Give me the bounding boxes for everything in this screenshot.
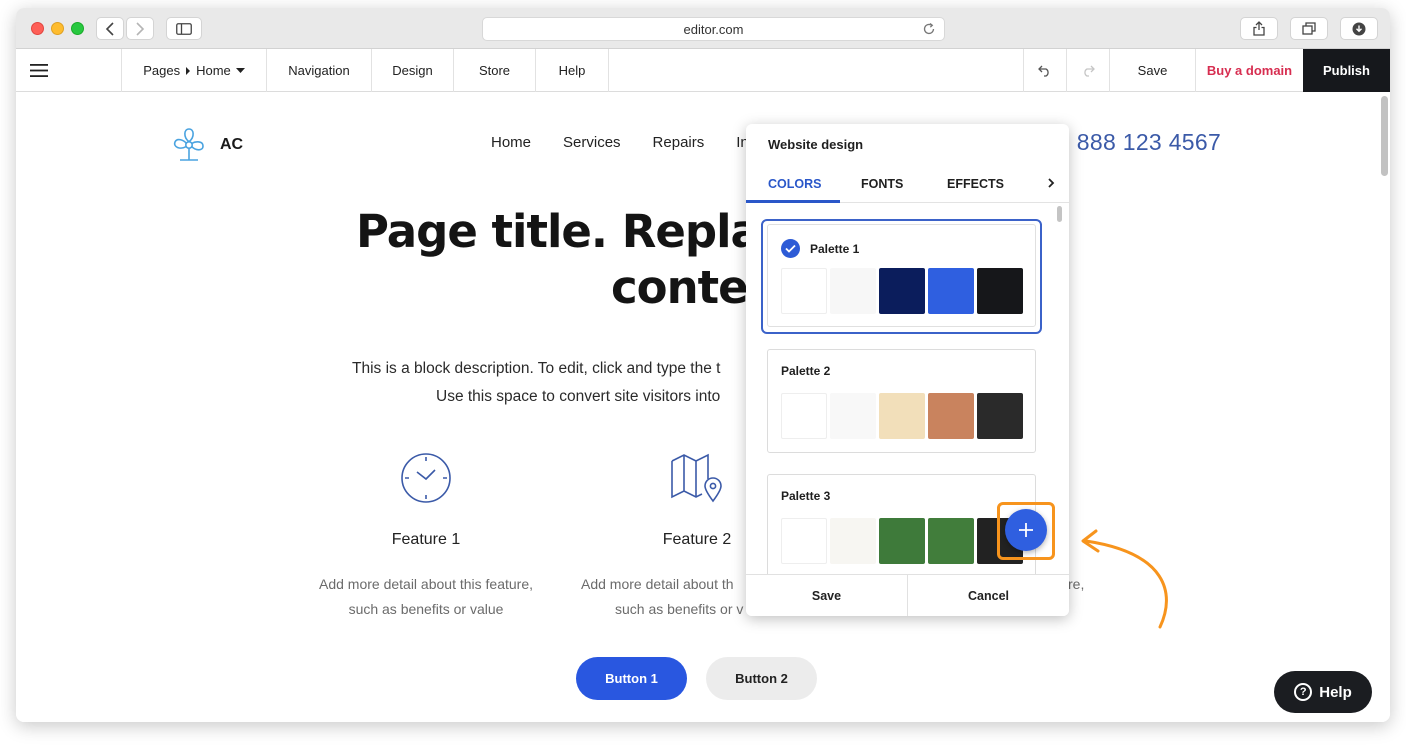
check-icon	[781, 239, 800, 258]
download-icon	[1352, 22, 1366, 35]
zoom-window-button[interactable]	[71, 22, 84, 35]
palette-swatch	[928, 518, 974, 564]
publish-button[interactable]: Publish	[1303, 49, 1390, 92]
active-tab-indicator	[746, 200, 840, 203]
minimize-window-button[interactable]	[51, 22, 64, 35]
reload-icon[interactable]	[922, 22, 936, 36]
redo-button[interactable]	[1067, 49, 1110, 92]
sidebar-toggle-button[interactable]	[166, 17, 202, 40]
site-nav-services[interactable]: Services	[563, 134, 621, 151]
palette-swatch	[879, 393, 925, 439]
caret-right-icon	[186, 66, 191, 75]
tabs-icon	[1302, 22, 1316, 35]
design-tabs: COLORS FONTS EFFECTS	[746, 168, 1069, 203]
caret-down-icon	[235, 68, 245, 73]
navigation-menu-button[interactable]: Navigation	[267, 49, 372, 92]
panel-footer: Save Cancel	[746, 574, 1069, 616]
annotation-arrow-icon	[1081, 529, 1168, 629]
palette-swatch	[879, 518, 925, 564]
palette-1-swatches	[781, 268, 1023, 314]
palette-swatch	[781, 268, 827, 314]
site-navigation: Home Services Repairs In	[491, 134, 749, 151]
palette-2-swatches	[781, 393, 1023, 439]
panel-cancel-button[interactable]: Cancel	[907, 575, 1069, 616]
design-menu-button[interactable]: Design	[372, 49, 454, 92]
redo-icon	[1084, 65, 1095, 77]
hamburger-icon	[30, 64, 48, 77]
forward-button[interactable]	[126, 17, 154, 40]
palette-swatch	[781, 393, 827, 439]
panel-save-button[interactable]: Save	[746, 575, 907, 616]
save-button[interactable]: Save	[1110, 49, 1196, 92]
phone-number[interactable]: 1 888 123 4567	[1057, 129, 1221, 156]
help-menu-button[interactable]: Help	[536, 49, 609, 92]
map-pin-icon	[671, 453, 722, 503]
question-icon: ?	[1294, 683, 1313, 701]
tab-colors[interactable]: COLORS	[768, 177, 821, 191]
back-button[interactable]	[96, 17, 124, 40]
palette-1-name: Palette 1	[810, 241, 860, 256]
site-logo[interactable]: AC	[170, 127, 243, 163]
undo-icon	[1038, 65, 1049, 77]
close-window-button[interactable]	[31, 22, 44, 35]
panel-scrollbar[interactable]	[1057, 206, 1062, 222]
palette-1-card[interactable]: Palette 1	[767, 224, 1036, 327]
browser-window: editor.com Pages Home Navigation Design	[16, 8, 1390, 722]
chevron-right-icon[interactable]	[1046, 176, 1056, 190]
feature-1-desc-line-1[interactable]: Add more detail about this feature,	[296, 572, 556, 597]
panel-title: Website design	[768, 137, 864, 152]
annotation-highlight-box	[997, 502, 1055, 560]
page-scrollbar[interactable]	[1381, 96, 1388, 176]
store-menu-button[interactable]: Store	[454, 49, 536, 92]
sidebar-icon	[176, 22, 192, 35]
clock-icon	[401, 453, 451, 503]
undo-button[interactable]	[1024, 49, 1067, 92]
editor-toolbar: Pages Home Navigation Design Store Help …	[16, 49, 1390, 92]
palette-2-card[interactable]: Palette 2	[767, 349, 1036, 453]
logo-text: AC	[220, 136, 244, 153]
palette-2-name: Palette 2	[781, 364, 831, 378]
tab-effects[interactable]: EFFECTS	[947, 177, 1004, 191]
tabs-overview-button[interactable]	[1290, 17, 1328, 40]
palette-swatch	[781, 518, 827, 564]
palette-swatch	[977, 393, 1023, 439]
pages-label: Pages	[143, 63, 181, 78]
palette-swatch	[928, 393, 974, 439]
toolbar-spacer	[609, 49, 1024, 92]
pages-dropdown[interactable]: Pages Home	[122, 49, 267, 92]
feature-1-desc-line-2[interactable]: such as benefits or value	[296, 597, 556, 622]
palette-3-swatches	[781, 518, 1023, 564]
help-chat-button[interactable]: ? Help	[1274, 671, 1372, 713]
chevron-left-icon	[105, 21, 114, 36]
site-nav-home[interactable]: Home	[491, 134, 531, 151]
palette-3-name: Palette 3	[781, 489, 831, 503]
palette-swatch	[879, 268, 925, 314]
palette-swatch	[977, 268, 1023, 314]
button-1[interactable]: Button 1	[576, 657, 687, 700]
feature-1-title[interactable]: Feature 1	[296, 531, 556, 549]
site-nav-repairs[interactable]: Repairs	[653, 134, 705, 151]
browser-chrome: editor.com	[16, 8, 1390, 49]
buy-domain-button[interactable]: Buy a domain	[1196, 49, 1303, 92]
help-chat-label: Help	[1319, 683, 1352, 701]
current-page-label: Home	[196, 63, 231, 78]
site-canvas: AC Home Services Repairs In 1 888 123 45…	[16, 92, 1390, 722]
hamburger-menu-button[interactable]	[16, 49, 122, 92]
palette-swatch	[830, 393, 876, 439]
share-button[interactable]	[1240, 17, 1278, 40]
url-text: editor.com	[683, 21, 744, 37]
address-bar[interactable]: editor.com	[482, 17, 945, 41]
tab-fonts[interactable]: FONTS	[861, 177, 903, 191]
downloads-button[interactable]	[1340, 17, 1378, 40]
palette-swatch	[830, 268, 876, 314]
chevron-right-icon	[136, 21, 145, 36]
palette-swatch	[928, 268, 974, 314]
button-2[interactable]: Button 2	[706, 657, 817, 700]
fan-logo-icon	[173, 128, 204, 161]
palette-swatch	[830, 518, 876, 564]
palette-3-card[interactable]: Palette 3	[767, 474, 1036, 578]
share-icon	[1253, 21, 1265, 36]
